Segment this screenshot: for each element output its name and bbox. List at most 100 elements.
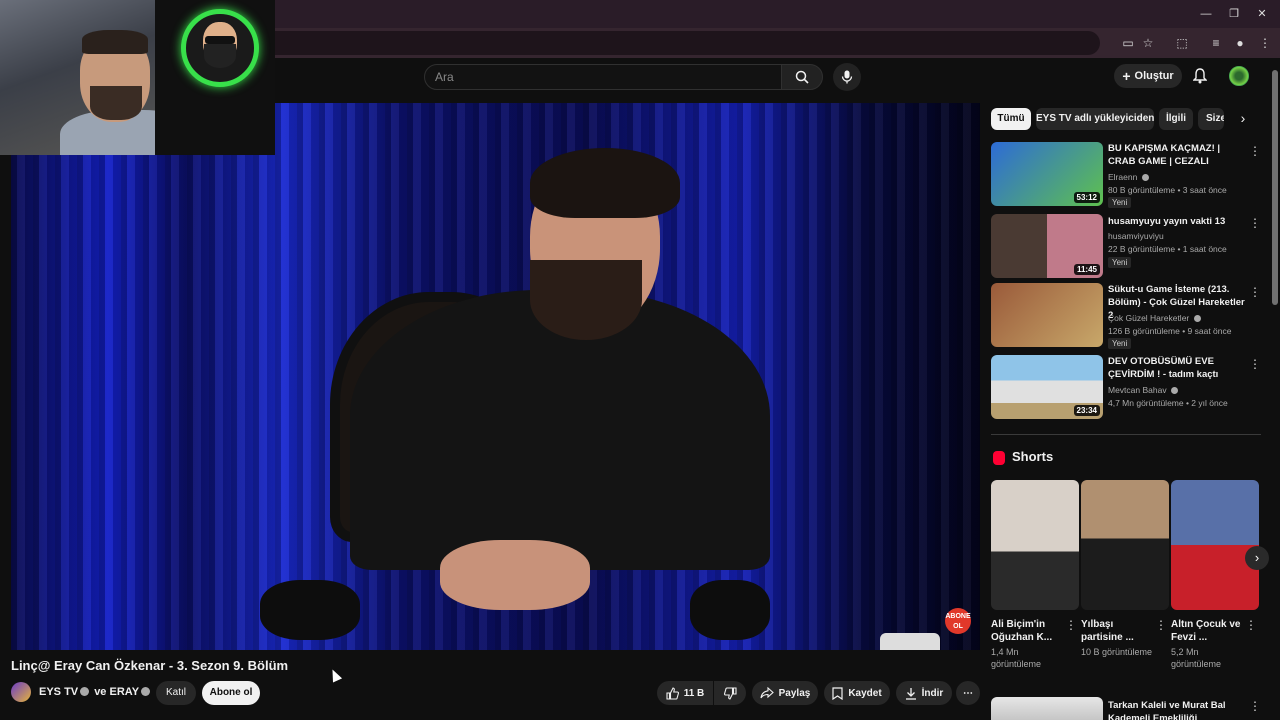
recommendation-channel[interactable]: Çok Güzel Hareketler [1108, 313, 1203, 323]
verified-icon [141, 687, 151, 696]
cup [880, 633, 940, 650]
more-icon[interactable]: ⋮ [1249, 285, 1261, 299]
recommendation-meta: 126 B görüntüleme • 9 saat önce [1108, 326, 1232, 336]
new-badge: Yeni [1108, 338, 1132, 349]
short-views: 1,4 Mn görüntüleme [991, 647, 1042, 669]
shorts-icon [993, 451, 1005, 465]
video-thumbnail[interactable]: 53:12 [991, 142, 1103, 206]
channel-collab-text[interactable]: ve ERAY [94, 686, 139, 698]
channel-name-text[interactable]: EYS TV [39, 686, 78, 698]
search-button[interactable] [781, 64, 823, 90]
recommendation-item[interactable]: 11:45 husamyuyu yayın vakti 13 husamviyu… [991, 214, 1261, 278]
notifications-button[interactable] [1190, 66, 1210, 86]
bookmark-star-icon[interactable]: ☆ [1138, 33, 1158, 53]
recommendation-item[interactable]: Tarkan Kaleli ve Murat Bal Kademeli Emek… [991, 697, 1261, 720]
video-thumbnail[interactable]: 23:34 [991, 355, 1103, 419]
extensions-icon[interactable]: ⬚ [1172, 33, 1192, 53]
voice-search-button[interactable] [833, 63, 861, 91]
like-button[interactable]: 11 B [657, 681, 713, 705]
create-button[interactable]: + Oluştur [1114, 64, 1182, 88]
chevron-right-icon[interactable]: › [1235, 110, 1251, 128]
chip-all[interactable]: Tümü [991, 108, 1031, 130]
video-player[interactable]: ABONE OL [11, 103, 980, 650]
short-item[interactable]: Yılbaşı partisine ... 10 B görüntüleme ⋮ [1081, 480, 1169, 670]
video-thumbnail[interactable]: 11:45 [991, 214, 1103, 278]
more-icon[interactable]: ⋮ [1065, 618, 1077, 632]
scrollbar-thumb[interactable] [1272, 70, 1278, 305]
more-icon[interactable]: ⋮ [1249, 144, 1261, 158]
person-hair [530, 148, 680, 218]
browser-menu-icon[interactable]: ⋮ [1255, 33, 1275, 53]
chevron-right-icon: › [1254, 550, 1260, 565]
channel-avatar[interactable] [11, 682, 31, 702]
recommendation-title[interactable]: DEV OTOBÜSÜMÜ EVE ÇEVİRDİM ! - tadım kaç… [1108, 355, 1248, 381]
more-actions-button[interactable]: ⋯ [956, 681, 980, 705]
download-icon [905, 687, 916, 700]
save-button[interactable]: Kaydet [824, 681, 890, 705]
duration-badge: 53:12 [1073, 192, 1100, 203]
short-item[interactable]: Altın Çocuk ve Fevzi ... 5,2 Mn görüntül… [1171, 480, 1259, 670]
recommendation-meta: 80 B görüntüleme • 3 saat önce [1108, 185, 1227, 195]
more-icon[interactable]: ⋮ [1249, 216, 1261, 230]
profile-icon[interactable]: ● [1230, 33, 1250, 53]
cast-icon[interactable]: ▭ [1118, 33, 1138, 53]
share-button[interactable]: Paylaş [752, 681, 818, 705]
short-thumbnail[interactable] [991, 480, 1079, 610]
search-input[interactable]: Ara [424, 64, 782, 90]
address-bar[interactable] [200, 31, 1100, 55]
more-icon[interactable]: ⋮ [1245, 618, 1257, 632]
recommendation-channel[interactable]: husamviyuviyu [1108, 231, 1164, 241]
new-badge: Yeni [1108, 197, 1132, 208]
reading-list-icon[interactable]: ≡ [1206, 33, 1226, 53]
duration-badge: 11:45 [1073, 264, 1100, 275]
maximize-button[interactable]: ❐ [1224, 6, 1244, 22]
download-label: İndir [921, 687, 944, 699]
short-item[interactable]: Ali Biçim'in Oğuzhan K... 1,4 Mn görüntü… [991, 480, 1079, 670]
short-thumbnail[interactable] [1081, 480, 1169, 610]
mic-icon [841, 70, 853, 84]
recommendation-channel[interactable]: Mevtcan Bahav [1108, 385, 1180, 395]
logo-sunglasses [205, 36, 235, 44]
recommendation-meta: 4,7 Mn görüntüleme • 2 yıl önce [1108, 398, 1228, 408]
short-title[interactable]: Ali Biçim'in Oğuzhan K... [991, 618, 1067, 644]
recommendation-item[interactable]: Sükut-u Game İsteme (213. Bölüm) - Çok G… [991, 283, 1261, 349]
short-thumbnail[interactable] [1171, 480, 1259, 610]
video-thumbnail[interactable] [991, 283, 1103, 347]
close-window-button[interactable]: ✕ [1252, 6, 1272, 22]
dislike-icon [723, 686, 737, 700]
join-button[interactable]: Katıl [156, 681, 196, 705]
subscribe-overlay-badge[interactable]: ABONE OL [945, 608, 971, 634]
recommendation-item[interactable]: 23:34 DEV OTOBÜSÜMÜ EVE ÇEVİRDİM ! - tad… [991, 355, 1261, 419]
chip-for-you[interactable]: Size [1198, 108, 1224, 130]
minimize-button[interactable]: — [1196, 6, 1216, 22]
chip-from-uploader[interactable]: EYS TV adlı yükleyiciden [1036, 108, 1154, 130]
recommendation-title[interactable]: BU KAPIŞMA KAÇMAZ! | CRAB GAME | CEZALI [1108, 142, 1248, 168]
video-thumbnail[interactable] [991, 697, 1103, 720]
account-avatar[interactable] [1229, 66, 1249, 86]
recommendation-title[interactable]: Tarkan Kaleli ve Murat Bal Kademeli Emek… [1108, 699, 1248, 720]
chip-related[interactable]: İlgili [1159, 108, 1193, 130]
short-views: 10 B görüntüleme [1081, 647, 1153, 657]
recommendation-item[interactable]: 53:12 BU KAPIŞMA KAÇMAZ! | CRAB GAME | C… [991, 142, 1261, 208]
more-icon[interactable]: ⋮ [1155, 618, 1167, 632]
plus-icon: + [1122, 68, 1131, 84]
divider [991, 434, 1261, 435]
dislike-button[interactable] [714, 681, 746, 705]
more-icon[interactable]: ⋮ [1249, 699, 1261, 713]
channel-name[interactable]: EYS TV ve ERAY [39, 686, 152, 698]
share-icon [760, 687, 774, 699]
short-title[interactable]: Altın Çocuk ve Fevzi ... [1171, 618, 1247, 644]
video-title: Linç@ Eray Can Özkenar - 3. Sezon 9. Böl… [11, 658, 289, 673]
new-badge: Yeni [1108, 257, 1132, 268]
streamer-beard [90, 86, 142, 120]
subscribe-button[interactable]: Abone ol [202, 681, 260, 705]
recommendation-title[interactable]: husamyuyu yayın vakti 13 [1108, 215, 1248, 228]
verified-icon [1193, 315, 1201, 322]
more-icon[interactable]: ⋮ [1249, 357, 1261, 371]
short-title[interactable]: Yılbaşı partisine ... [1081, 618, 1157, 644]
like-count: 11 B [683, 687, 705, 699]
shorts-next-button[interactable]: › [1245, 546, 1269, 570]
recommendation-channel[interactable]: Elraenn [1108, 172, 1151, 182]
share-label: Paylaş [778, 687, 811, 699]
download-button[interactable]: İndir [896, 681, 952, 705]
